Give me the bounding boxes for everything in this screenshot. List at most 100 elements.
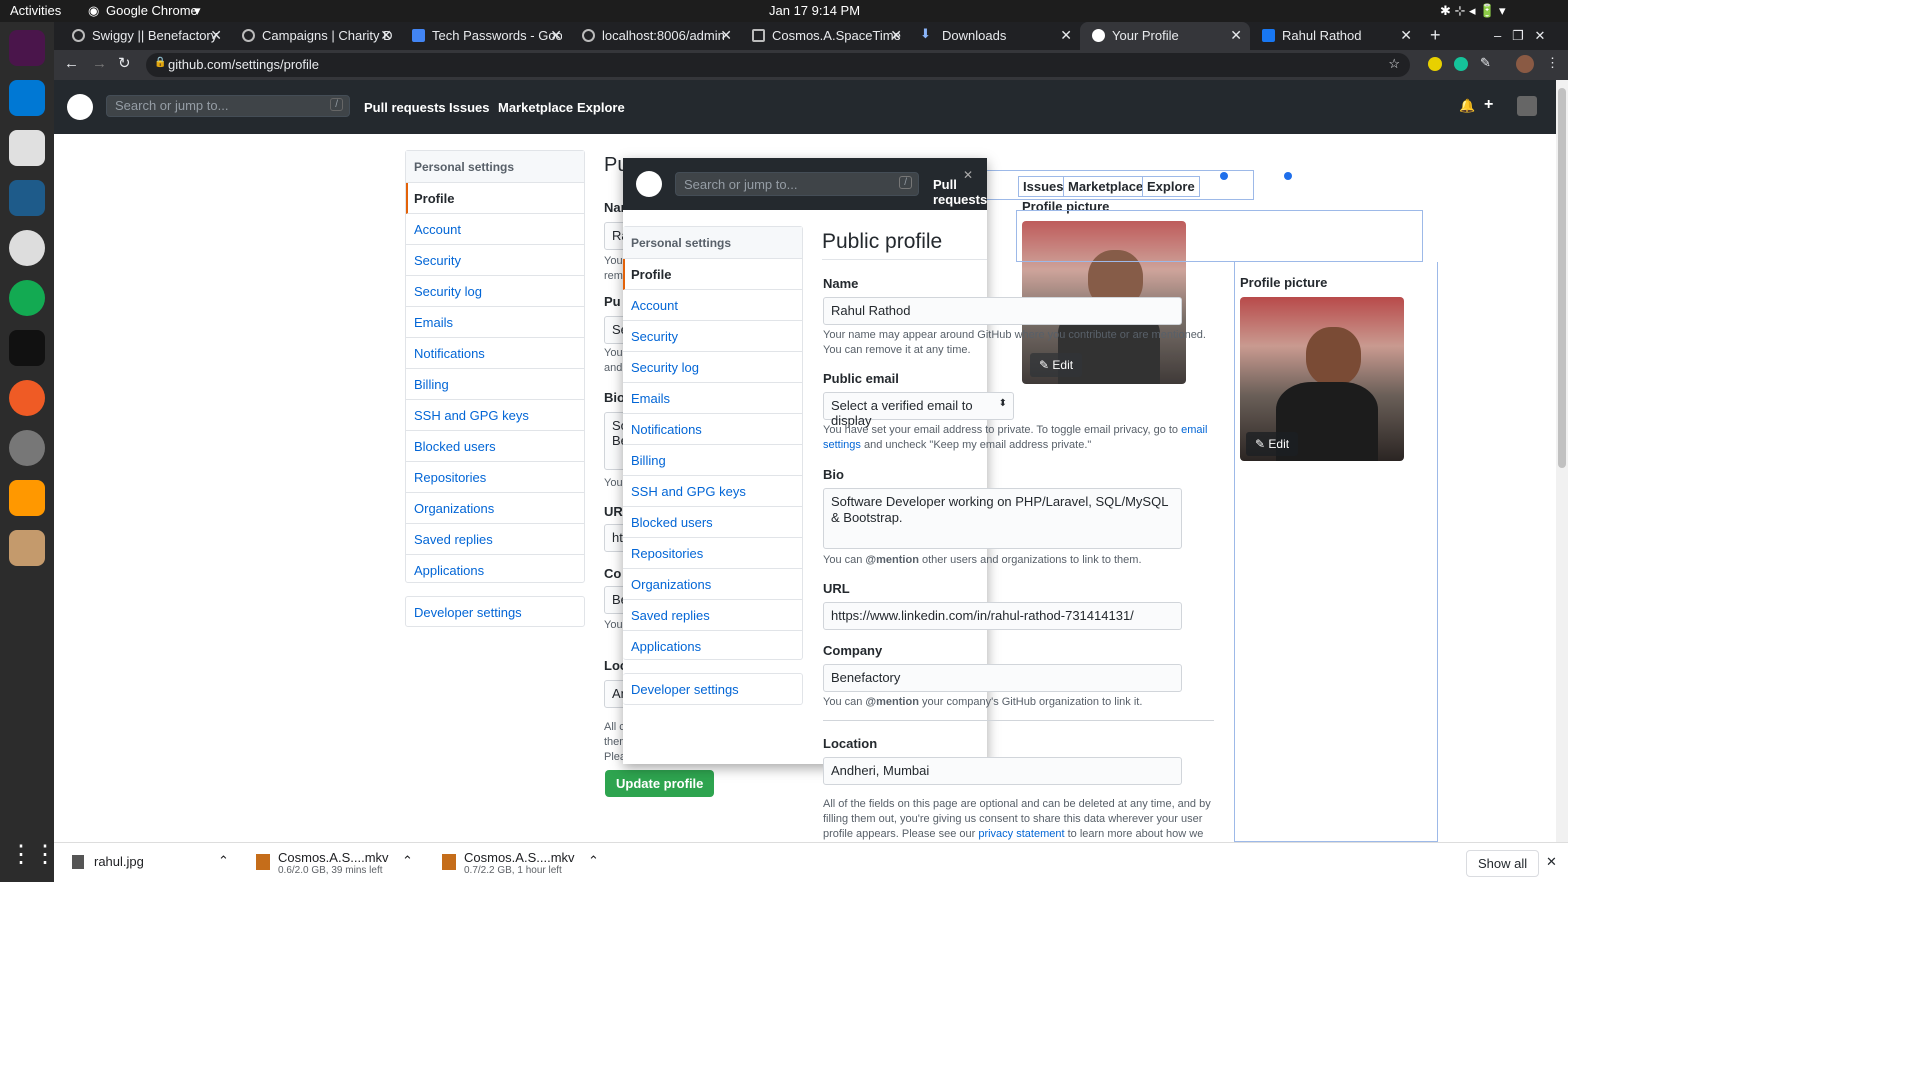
close-icon[interactable]: ✕ <box>380 27 392 44</box>
browser-tab[interactable]: localhost:8006/admin ✕ <box>570 22 740 50</box>
close-icon[interactable]: ✕ <box>210 27 222 44</box>
nav-pull-requests[interactable]: Pull requests <box>364 100 446 115</box>
close-icon[interactable]: ✕ <box>1230 27 1242 44</box>
terminal-icon[interactable] <box>9 330 45 366</box>
sublime-text-icon[interactable] <box>9 480 45 516</box>
back-icon[interactable]: ← <box>64 55 79 72</box>
app-menu[interactable]: Google Chrome <box>106 3 198 18</box>
handle-dot[interactable] <box>1220 172 1228 180</box>
close-icon[interactable]: ✕ <box>890 27 902 44</box>
activities-button[interactable]: Activities <box>10 3 61 18</box>
postman-icon[interactable] <box>9 380 45 416</box>
nav-marketplace-overlay[interactable]: Marketplace <box>1063 176 1149 197</box>
new-tab-icon[interactable]: + <box>1424 19 1454 47</box>
browser-tab[interactable]: Cosmos.A.SpaceTime ✕ <box>740 22 910 50</box>
download-item[interactable]: Cosmos.A.S....mkv 0.6/2.0 GB, 39 mins le… <box>252 843 427 883</box>
close-icon[interactable]: ✕ <box>1546 854 1557 870</box>
browser-tab-active[interactable]: Your Profile ✕ <box>1080 22 1250 50</box>
close-icon[interactable]: ✕ <box>1400 27 1412 44</box>
location-field[interactable]: Andheri, Mumbai <box>823 757 1182 785</box>
menu-profile[interactable]: Profile <box>406 183 584 214</box>
privacy-statement-link[interactable]: privacy statement <box>978 828 1064 840</box>
menu-account[interactable]: Account <box>406 214 584 245</box>
menu-applications[interactable]: Applications <box>406 555 584 586</box>
chrome-icon[interactable] <box>9 230 45 266</box>
public-email-select[interactable]: Select a verified email to display ⬍ <box>823 392 1014 428</box>
nav-pull-requests[interactable]: Pull requests <box>933 177 987 207</box>
close-icon[interactable]: ✕ <box>720 27 732 44</box>
menu-ssh-keys[interactable]: SSH and GPG keys <box>406 400 584 431</box>
browser-tab[interactable]: ⬇ Downloads ✕ <box>910 22 1080 50</box>
github-logo-icon[interactable] <box>67 94 93 120</box>
menu-emails[interactable]: Emails <box>623 383 802 414</box>
search-input[interactable]: Search or jump to... / <box>675 172 919 196</box>
search-input[interactable]: Search or jump to... / <box>106 95 350 117</box>
menu-profile[interactable]: Profile <box>623 259 802 290</box>
grammarly-icon[interactable] <box>1454 57 1468 71</box>
menu-billing[interactable]: Billing <box>623 445 802 476</box>
menu-security-log[interactable]: Security log <box>623 352 802 383</box>
url-field[interactable]: https://www.linkedin.com/in/rahul-rathod… <box>823 602 1182 630</box>
menu-security[interactable]: Security <box>623 321 802 352</box>
avatar[interactable] <box>1517 96 1537 116</box>
browser-tab[interactable]: Rahul Rathod ✕ <box>1250 22 1420 50</box>
menu-blocked-users[interactable]: Blocked users <box>623 507 802 538</box>
menu-account[interactable]: Account <box>623 290 802 321</box>
software-updater-icon[interactable] <box>9 430 45 466</box>
chevron-up-icon[interactable]: ⌃ <box>588 853 599 869</box>
menu-saved-replies[interactable]: Saved replies <box>623 600 802 631</box>
forward-icon[interactable]: → <box>92 55 107 72</box>
github-logo-icon[interactable] <box>636 171 662 197</box>
chevron-up-icon[interactable]: ⌃ <box>402 853 413 869</box>
show-all-button[interactable]: Show all <box>1466 850 1540 877</box>
close-icon[interactable]: ✕ <box>963 168 973 182</box>
nav-issues[interactable]: Issues <box>449 100 489 115</box>
company-field[interactable]: Benefactory <box>823 664 1182 692</box>
slack-icon[interactable] <box>9 30 45 66</box>
name-field[interactable]: Rahul Rathod <box>823 297 1182 325</box>
close-icon[interactable]: ✕ <box>550 27 562 44</box>
bell-icon[interactable]: 🔔 <box>1459 98 1475 114</box>
nav-explore-overlay[interactable]: Explore <box>1142 176 1200 197</box>
menu-organizations[interactable]: Organizations <box>406 493 584 524</box>
menu-repositories[interactable]: Repositories <box>406 462 584 493</box>
nav-explore[interactable]: Explore <box>577 100 625 115</box>
close-icon[interactable]: ✕ <box>1060 27 1072 44</box>
menu-developer-settings[interactable]: Developer settings <box>623 674 802 705</box>
tray-icons[interactable]: ✱ ⊹ ◂ 🔋 ▾ <box>1440 3 1505 19</box>
avatar[interactable] <box>1516 55 1534 73</box>
scrollbar-thumb[interactable] <box>1558 88 1566 468</box>
menu-notifications[interactable]: Notifications <box>406 338 584 369</box>
menu-notifications[interactable]: Notifications <box>623 414 802 445</box>
bio-textarea[interactable]: Software Developer working on PHP/Larave… <box>823 488 1182 549</box>
menu-organizations[interactable]: Organizations <box>623 569 802 600</box>
archive-icon[interactable] <box>9 530 45 566</box>
mongodb-icon[interactable] <box>9 280 45 316</box>
nav-marketplace[interactable]: Marketplace <box>498 100 573 115</box>
menu-applications[interactable]: Applications <box>623 631 802 662</box>
update-profile-button[interactable]: Update profile <box>605 770 715 797</box>
vscode-icon[interactable] <box>9 80 45 116</box>
address-bar[interactable]: 🔒 github.com/settings/profile ☆ <box>146 53 1410 77</box>
window-controls[interactable]: – ❐ ✕ <box>1490 22 1570 50</box>
browser-tab[interactable]: Campaigns | Charity D ✕ <box>230 22 400 50</box>
menu-ssh-keys[interactable]: SSH and GPG keys <box>623 476 802 507</box>
menu-saved-replies[interactable]: Saved replies <box>406 524 584 555</box>
reload-icon[interactable]: ↻ <box>118 54 131 72</box>
menu-billing[interactable]: Billing <box>406 369 584 400</box>
extension-icon[interactable] <box>1428 57 1442 71</box>
menu-repositories[interactable]: Repositories <box>623 538 802 569</box>
file-manager-icon[interactable] <box>9 130 45 166</box>
menu-emails[interactable]: Emails <box>406 307 584 338</box>
download-item[interactable]: rahul.jpg ⌃ <box>68 843 243 883</box>
clock[interactable]: Jan 17 9:14 PM <box>769 3 860 18</box>
handle-dot[interactable] <box>1284 172 1292 180</box>
mysql-workbench-icon[interactable] <box>9 180 45 216</box>
browser-tab[interactable]: Swiggy || Benefactory ✕ <box>60 22 230 50</box>
menu-security-log[interactable]: Security log <box>406 276 584 307</box>
nav-issues-overlay[interactable]: Issues <box>1018 176 1069 197</box>
bookmark-star-icon[interactable]: ☆ <box>1388 56 1400 72</box>
plus-menu[interactable]: + <box>1484 96 1493 114</box>
download-item[interactable]: Cosmos.A.S....mkv 0.7/2.2 GB, 1 hour lef… <box>438 843 613 883</box>
eyedropper-icon[interactable]: ✎ <box>1480 55 1491 71</box>
